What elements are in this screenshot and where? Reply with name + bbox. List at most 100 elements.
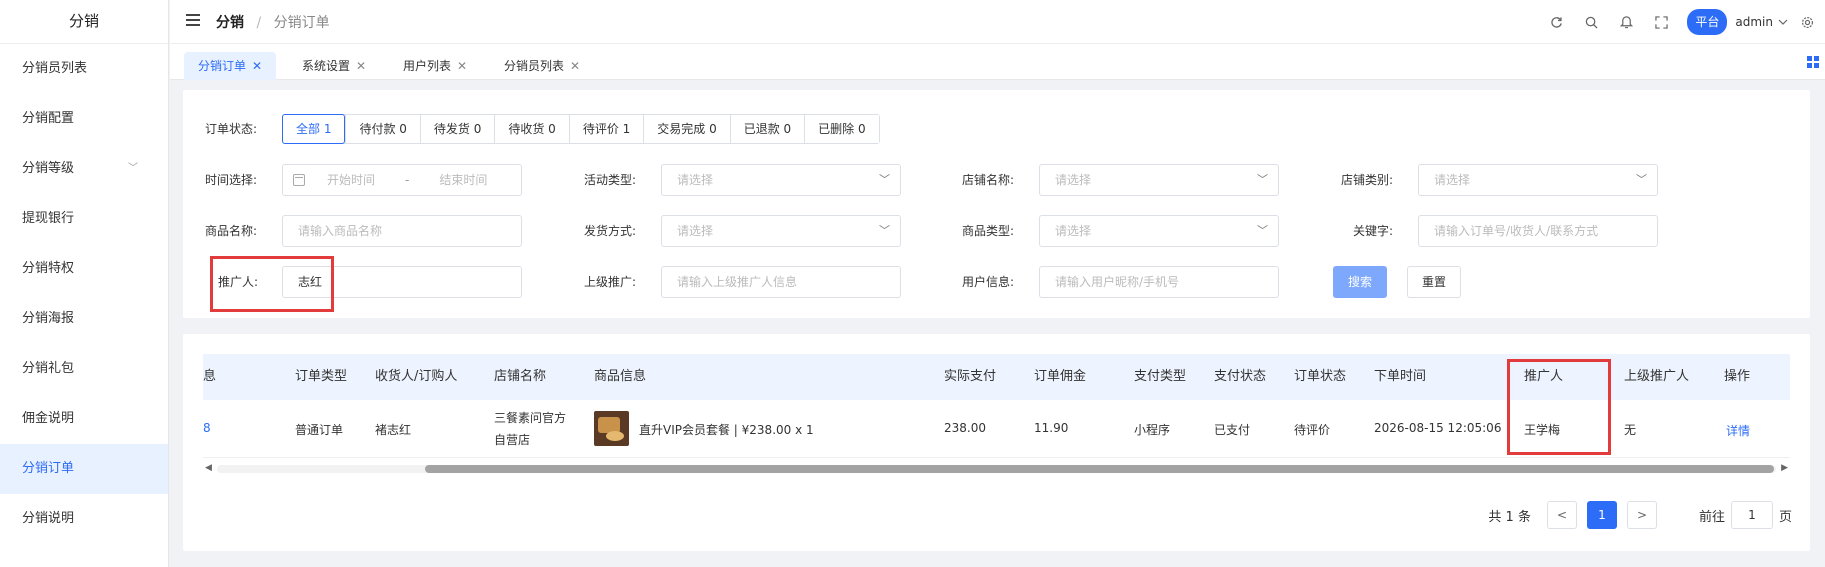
search-icon[interactable]	[1581, 12, 1601, 32]
order-status-group: 全部 1 待付款 0 待发货 0 待收货 0 待评价 1 交易完成 0 已退款 …	[282, 114, 880, 144]
top-header: 分销 / 分销订单 平台 admin	[170, 0, 1825, 44]
start-time-input[interactable]: 开始时间	[327, 165, 375, 195]
close-icon[interactable]: ✕	[457, 59, 467, 73]
receiver-cell: 褚志红	[375, 423, 412, 437]
order-time-cell: 2026-08-15 12:05:06	[1374, 421, 1502, 435]
user-name[interactable]: admin	[1735, 15, 1773, 29]
status-unpaid-button[interactable]: 待付款 0	[345, 115, 420, 143]
product-name-input[interactable]: 请输入商品名称	[282, 215, 522, 247]
chevron-down-icon[interactable]	[1777, 12, 1789, 32]
col-header-order-status: 订单状态	[1294, 369, 1347, 384]
scrollbar-thumb[interactable]	[425, 465, 1774, 473]
close-icon[interactable]: ✕	[570, 59, 580, 73]
tab-distributor-list[interactable]: 分销员列表 ✕	[490, 52, 594, 80]
tab-distribution-orders[interactable]: 分销订单 ✕	[184, 52, 277, 80]
col-header-product-info: 商品信息	[594, 369, 647, 384]
pay-status-cell: 已支付	[1214, 423, 1251, 437]
fullscreen-icon[interactable]	[1651, 12, 1671, 32]
sidebar-item-distribution-desc[interactable]: 分销说明	[0, 494, 168, 544]
breadcrumb-root[interactable]: 分销	[216, 15, 244, 31]
date-range-picker[interactable]: 开始时间 - 结束时间	[282, 164, 522, 196]
tab-user-list[interactable]: 用户列表 ✕	[389, 52, 481, 80]
sidebar-item-poster[interactable]: 分销海报	[0, 294, 168, 344]
keyword-input[interactable]: 请输入订单号/收货人/联系方式	[1418, 215, 1658, 247]
parent-promoter-input[interactable]: 请输入上级推广人信息	[661, 266, 901, 298]
select-placeholder: 请选择	[1055, 224, 1092, 238]
breadcrumb-separator: /	[256, 15, 262, 31]
sidebar-item-distribution-level[interactable]: 分销等级 ﹀	[0, 144, 168, 194]
scroll-right-icon[interactable]: ▶	[1781, 463, 1788, 473]
menu-fold-icon[interactable]	[186, 14, 200, 26]
goto-page-input[interactable]: 1	[1730, 501, 1773, 529]
commission-cell: 11.90	[1034, 421, 1069, 435]
pay-type-cell: 小程序	[1134, 423, 1171, 437]
status-to-receive-button[interactable]: 待收货 0	[494, 115, 569, 143]
paid-cell: 238.00	[944, 421, 986, 435]
chevron-down-icon: ﹀	[879, 173, 890, 186]
total-count: 共 1 条	[1488, 509, 1531, 525]
status-to-ship-button[interactable]: 待发货 0	[419, 115, 495, 143]
chevron-down-icon: ﹀	[1257, 173, 1268, 186]
col-header-order-type: 订单类型	[295, 369, 348, 384]
select-placeholder: 请选择	[677, 173, 714, 187]
user-info-input[interactable]: 请输入用户昵称/手机号	[1039, 266, 1279, 298]
breadcrumb: 分销 / 分销订单	[216, 12, 330, 32]
product-name-label: 商品名称:	[205, 224, 258, 238]
bell-icon[interactable]	[1616, 12, 1636, 32]
sidebar-item-distribution-orders[interactable]: 分销订单	[0, 444, 168, 494]
col-header-pay-type: 支付类型	[1134, 369, 1187, 384]
col-header-info: 息	[203, 369, 217, 384]
page-number-button[interactable]: 1	[1586, 501, 1617, 529]
search-button[interactable]: 搜索	[1333, 266, 1388, 298]
status-deleted-button[interactable]: 已删除 0	[804, 115, 879, 143]
settings-icon[interactable]	[1797, 12, 1817, 32]
prev-page-button[interactable]: <	[1546, 501, 1577, 529]
status-refunded-button[interactable]: 已退款 0	[729, 115, 805, 143]
product-type-select[interactable]: 请选择 ﹀	[1039, 215, 1279, 247]
chevron-down-icon: ﹀	[1257, 224, 1268, 237]
sidebar-item-withdraw-bank[interactable]: 提现银行	[0, 194, 168, 244]
shop-name-line1: 三餐素问官方	[494, 411, 567, 425]
activity-type-select[interactable]: 请选择 ﹀	[661, 164, 901, 196]
close-icon[interactable]: ✕	[252, 59, 262, 73]
select-placeholder: 请选择	[1434, 173, 1471, 187]
product-thumbnail	[594, 411, 629, 446]
orders-table-panel: 息 订单类型 收货人/订购人 店铺名称 商品信息 实际支付 订单佣金 支付类型 …	[183, 334, 1810, 551]
sidebar-item-gift-pack[interactable]: 分销礼包	[0, 344, 168, 394]
detail-link[interactable]: 详情	[1726, 422, 1750, 439]
col-header-actions: 操作	[1724, 369, 1751, 384]
shop-type-label: 店铺类别:	[1341, 173, 1394, 187]
refresh-icon[interactable]	[1546, 12, 1566, 32]
status-to-review-button[interactable]: 待评价 1	[568, 115, 644, 143]
reset-button[interactable]: 重置	[1407, 266, 1462, 298]
goto-label: 前往	[1698, 509, 1725, 525]
col-header-parent-promoter: 上级推广人	[1624, 369, 1690, 384]
sidebar-item-distributor-list[interactable]: 分销员列表	[0, 44, 168, 94]
order-id-cell[interactable]: 8	[203, 421, 211, 435]
sidebar-item-distribution-config[interactable]: 分销配置	[0, 94, 168, 144]
sidebar-item-privileges[interactable]: 分销特权	[0, 244, 168, 294]
col-header-pay-status: 支付状态	[1214, 369, 1267, 384]
tab-system-settings[interactable]: 系统设置 ✕	[288, 52, 380, 80]
platform-badge[interactable]: 平台	[1687, 9, 1728, 35]
shop-name-select[interactable]: 请选择 ﹀	[1039, 164, 1279, 196]
end-time-input[interactable]: 结束时间	[439, 165, 487, 195]
scroll-left-icon[interactable]: ◀	[205, 463, 212, 473]
status-all-button[interactable]: 全部 1	[282, 114, 346, 144]
parent-promoter-label: 上级推广:	[584, 275, 637, 289]
horizontal-scrollbar[interactable]: ◀ ▶	[203, 461, 1790, 475]
order-type-cell: 普通订单	[295, 423, 344, 437]
close-icon[interactable]: ✕	[356, 59, 366, 73]
shop-name-line2: 自营店	[494, 433, 531, 447]
activity-type-label: 活动类型:	[584, 173, 637, 187]
col-header-shop-name: 店铺名称	[494, 369, 547, 384]
shipping-select[interactable]: 请选择 ﹀	[661, 215, 901, 247]
grid-menu-icon[interactable]	[1807, 56, 1819, 68]
header-actions: 平台 admin	[1531, 8, 1817, 36]
sidebar: 分销 分销员列表 分销配置 分销等级 ﹀ 提现银行 分销特权 分销海报 分销礼包…	[0, 0, 169, 567]
next-page-button[interactable]: >	[1626, 501, 1657, 529]
chevron-down-icon: ﹀	[128, 163, 138, 174]
sidebar-item-commission-desc[interactable]: 佣金说明	[0, 394, 168, 444]
shop-type-select[interactable]: 请选择 ﹀	[1418, 164, 1658, 196]
status-completed-button[interactable]: 交易完成 0	[643, 115, 730, 143]
